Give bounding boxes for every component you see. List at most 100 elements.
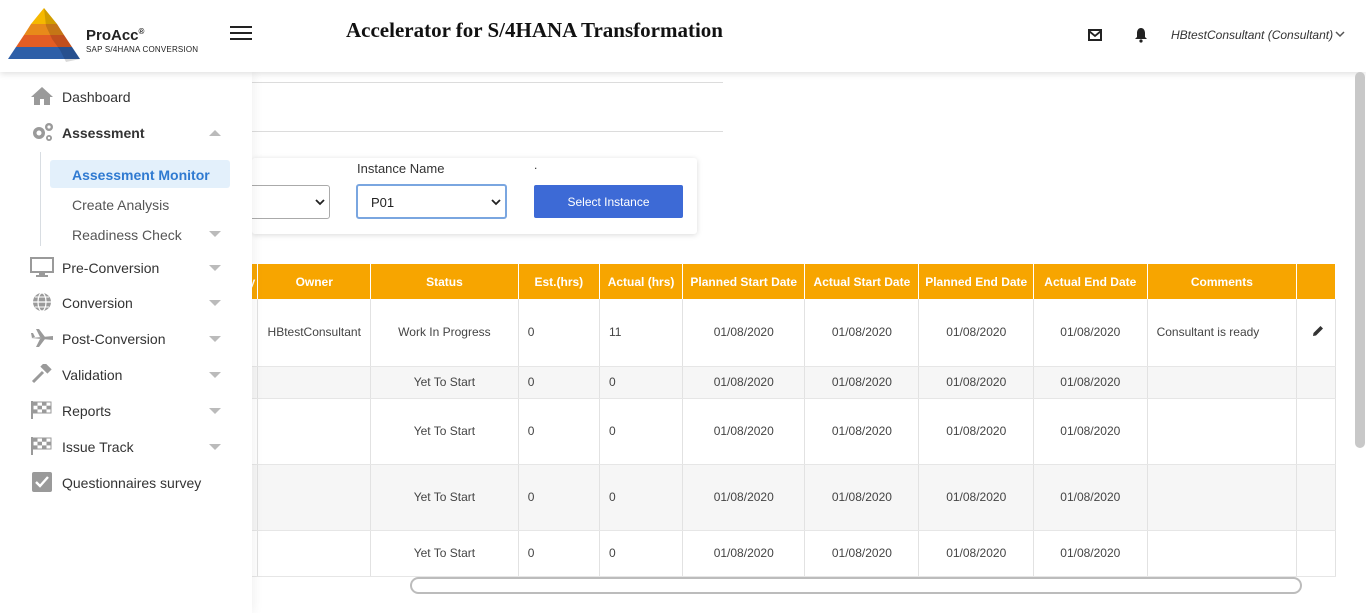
checkered-flag-icon [31, 437, 52, 455]
table-row[interactable]: Yet To Start 0 0 01/08/2020 01/08/2020 0… [252, 464, 1336, 531]
comments-cell: Consultant is ready [1147, 299, 1298, 367]
sidebar-item-label: Pre-Conversion [62, 260, 160, 276]
caret-down-icon[interactable] [208, 230, 222, 238]
caret-down-icon[interactable] [208, 299, 222, 307]
sidebar-item-label: Issue Track [62, 439, 134, 455]
sidebar-item-label: Reports [62, 403, 112, 419]
column-header[interactable]: Status [370, 264, 519, 299]
status-cell: Yet To Start [370, 366, 519, 399]
user-menu[interactable]: HBtestConsultant (Consultant) [1171, 28, 1333, 42]
actual-end-cell: 01/08/2020 [1033, 530, 1148, 577]
owner-cell [257, 530, 372, 577]
pencil-icon[interactable] [1312, 325, 1324, 337]
est-hrs-cell: 0 [518, 398, 600, 465]
caret-down-icon[interactable] [208, 443, 222, 451]
caret-down-icon[interactable] [208, 264, 222, 272]
sidebar-item-dashboard[interactable]: Dashboard [0, 81, 252, 111]
actual-end-cell: 01/08/2020 [1033, 464, 1148, 531]
chevron-down-icon[interactable] [1335, 30, 1345, 38]
planned-end-cell: 01/08/2020 [918, 366, 1035, 399]
sidebar-item-label: Conversion [62, 295, 133, 311]
sidebar-item-create-analysis[interactable]: Create Analysis [50, 190, 230, 218]
column-header[interactable]: Planned Start Date [682, 264, 806, 299]
comments-cell [1147, 464, 1298, 531]
table-header-row: y Owner Status Est.(hrs) Actual (hrs) Pl… [252, 264, 1336, 299]
sidebar-item-reports[interactable]: Reports [0, 395, 252, 425]
owner-cell: HBtestConsultant [257, 299, 372, 367]
planned-end-cell: 01/08/2020 [918, 464, 1035, 531]
owner-cell [257, 464, 372, 531]
caret-down-icon[interactable] [208, 407, 222, 415]
actual-hrs-cell: 0 [599, 366, 684, 399]
planned-start-cell: 01/08/2020 [682, 530, 806, 577]
sidebar-item-pre-conversion[interactable]: Pre-Conversion [0, 252, 252, 282]
column-header[interactable]: Comments [1147, 264, 1298, 299]
divider [252, 82, 723, 83]
chevron-down-icon [491, 199, 501, 206]
column-header [1296, 264, 1336, 299]
column-header[interactable]: Planned End Date [918, 264, 1035, 299]
actual-end-cell: 01/08/2020 [1033, 398, 1148, 465]
column-header[interactable]: Est.(hrs) [518, 264, 600, 299]
sidebar-item-label: Dashboard [62, 89, 131, 105]
bell-icon[interactable] [1134, 27, 1148, 43]
select-instance-label: Select Instance [567, 195, 650, 209]
planned-start-cell: 01/08/2020 [682, 464, 806, 531]
chevron-down-icon [315, 199, 325, 206]
sidebar-item-readiness-check[interactable]: Readiness Check [50, 220, 230, 248]
sidebar-item-validation[interactable]: Validation [0, 359, 252, 389]
instance-name-select[interactable]: P01 [356, 184, 507, 219]
sidebar-item-questionnaires[interactable]: Questionnaires survey [0, 467, 252, 497]
logo-text: ProAcc® SAP S/4HANA CONVERSION [86, 27, 198, 54]
comments-cell [1147, 530, 1298, 577]
checkbox-icon [32, 472, 52, 492]
column-header[interactable]: Owner [257, 264, 372, 299]
sidebar-item-assessment[interactable]: Assessment [0, 117, 252, 147]
table-row[interactable]: Yet To Start 0 0 01/08/2020 01/08/2020 0… [252, 398, 1336, 465]
column-header[interactable]: Actual End Date [1033, 264, 1148, 299]
sidebar-item-post-conversion[interactable]: Post-Conversion [0, 323, 252, 353]
owner-cell [257, 366, 372, 399]
divider [252, 131, 723, 132]
planned-end-cell: 01/08/2020 [918, 299, 1035, 367]
sidebar-item-assessment-monitor[interactable]: Assessment Monitor [50, 160, 230, 188]
sidebar-item-issue-track[interactable]: Issue Track [0, 431, 252, 461]
sidebar-item-conversion[interactable]: Conversion [0, 287, 252, 317]
filter-select[interactable] [242, 185, 330, 219]
planned-end-cell: 01/08/2020 [918, 398, 1035, 465]
horizontal-scrollbar[interactable] [410, 577, 1302, 594]
est-hrs-cell: 0 [518, 464, 600, 531]
caret-down-icon[interactable] [208, 335, 222, 343]
sidebar-item-label: Assessment Monitor [72, 167, 210, 183]
actual-start-cell: 01/08/2020 [804, 464, 920, 531]
column-header[interactable]: Actual Start Date [804, 264, 920, 299]
page-title: Accelerator for S/4HANA Transformation [346, 18, 723, 42]
status-cell: Yet To Start [370, 398, 519, 465]
sidebar: Dashboard Assessment Assessment Monitor … [0, 72, 252, 613]
actual-hrs-cell: 11 [599, 299, 684, 367]
vertical-scrollbar[interactable] [1355, 72, 1365, 448]
logo-title: ProAcc® [86, 27, 145, 44]
caret-up-icon[interactable] [208, 129, 222, 137]
column-header[interactable]: Actual (hrs) [599, 264, 684, 299]
table-row[interactable]: Yet To Start 0 0 01/08/2020 01/08/2020 0… [252, 366, 1336, 399]
globe-icon [33, 292, 51, 312]
table-row[interactable]: Yet To Start 0 0 01/08/2020 01/08/2020 0… [252, 530, 1336, 577]
assessment-table: y Owner Status Est.(hrs) Actual (hrs) Pl… [252, 264, 1366, 578]
top-header: ProAcc® SAP S/4HANA CONVERSION Accelerat… [0, 0, 1366, 72]
table-row[interactable]: HBtestConsultant Work In Progress 0 11 0… [252, 299, 1336, 367]
sidebar-item-label: Questionnaires survey [62, 475, 202, 491]
sidebar-item-label: Validation [62, 367, 123, 383]
planned-start-cell: 01/08/2020 [682, 398, 806, 465]
proacc-logo[interactable]: ProAcc® SAP S/4HANA CONVERSION [4, 6, 204, 64]
home-icon [31, 87, 53, 105]
main-content: Instance Name . P01 Select Instance Owne… [242, 72, 1366, 613]
sidebar-item-label: Readiness Check [72, 227, 182, 243]
hamburger-icon[interactable] [230, 26, 252, 42]
caret-down-icon[interactable] [208, 371, 222, 379]
actual-end-cell: 01/08/2020 [1033, 366, 1148, 399]
select-instance-button[interactable]: Select Instance [534, 185, 683, 218]
owner-cell [257, 398, 372, 465]
gears-icon [33, 123, 53, 141]
mail-icon[interactable] [1088, 29, 1102, 41]
